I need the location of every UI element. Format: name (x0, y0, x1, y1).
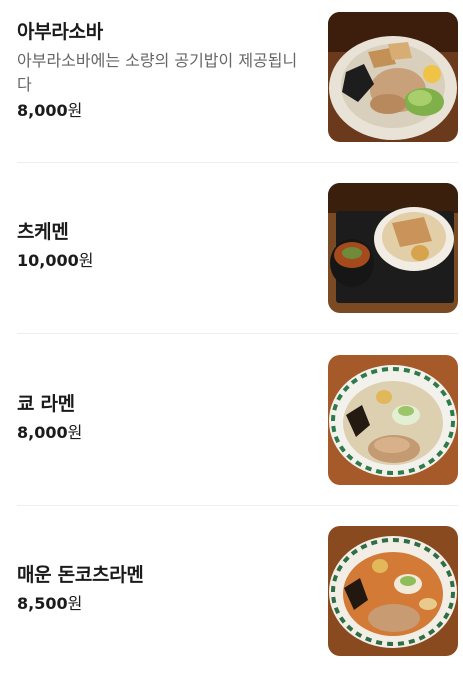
menu-item-price: 10,000원 (17, 249, 307, 273)
menu-item-kyo-ramen[interactable]: 쿄 라멘 8,000원 (0, 343, 463, 515)
menu-item-photo[interactable] (328, 183, 458, 313)
menu-item-tsukemen[interactable]: 츠케멘 10,000원 (0, 171, 463, 343)
menu-item-spicy-tonkotsu-ramen[interactable]: 매운 돈코츠라멘 8,500원 (0, 514, 463, 686)
menu-item-price: 8,000원 (17, 99, 307, 123)
menu-item-name: 츠케멘 (17, 221, 69, 243)
price-currency: 원 (67, 101, 83, 120)
divider (17, 333, 458, 334)
menu-item-photo[interactable] (328, 12, 458, 142)
menu-list: 아부라소바 아부라소바에는 소량의 공기밥이 제공됩니다 8,000원 츠케멘 … (0, 0, 463, 664)
menu-item-price: 8,000원 (17, 421, 307, 445)
price-amount: 10,000 (17, 251, 79, 270)
menu-item-photo[interactable] (328, 355, 458, 485)
divider (17, 505, 458, 506)
menu-item-text: 츠케멘 10,000원 (17, 219, 307, 273)
menu-item-abura-soba[interactable]: 아부라소바 아부라소바에는 소량의 공기밥이 제공됩니다 8,000원 (0, 0, 463, 172)
menu-item-name: 쿄 라멘 (17, 393, 75, 415)
menu-item-name: 매운 돈코츠라멘 (17, 564, 144, 586)
menu-item-name: 아부라소바 (17, 21, 103, 43)
divider (17, 162, 458, 163)
price-amount: 8,500 (17, 594, 68, 613)
price-currency: 원 (78, 251, 94, 270)
menu-item-text: 아부라소바 아부라소바에는 소량의 공기밥이 제공됩니다 8,000원 (17, 19, 307, 123)
menu-item-text: 쿄 라멘 8,000원 (17, 391, 307, 445)
menu-item-description: 아부라소바에는 소량의 공기밥이 제공됩니다 (17, 51, 298, 94)
price-amount: 8,000 (17, 101, 68, 120)
price-amount: 8,000 (17, 423, 68, 442)
price-currency: 원 (67, 594, 83, 613)
menu-item-price: 8,500원 (17, 592, 307, 616)
menu-item-photo[interactable] (328, 526, 458, 656)
menu-item-text: 매운 돈코츠라멘 8,500원 (17, 562, 307, 616)
price-currency: 원 (67, 423, 83, 442)
